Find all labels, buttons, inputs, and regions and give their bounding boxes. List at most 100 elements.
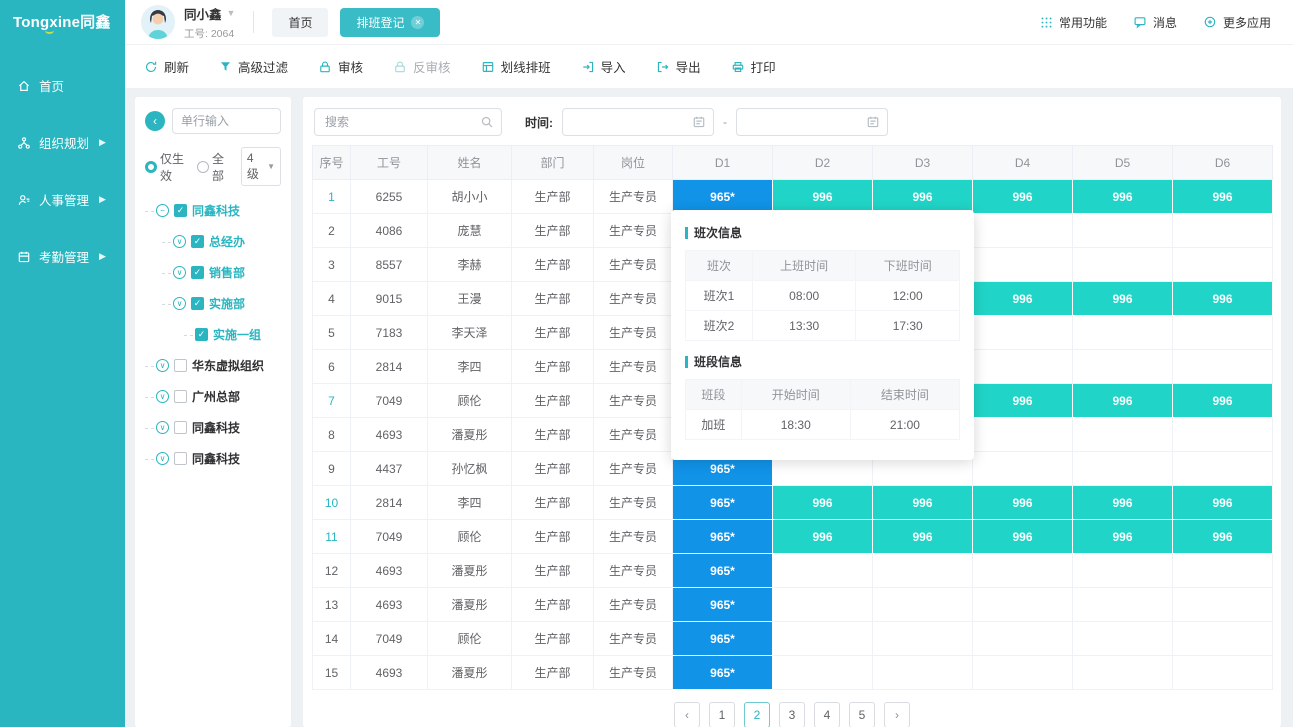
tree-checkbox[interactable]: ✓ — [191, 235, 204, 248]
day-cell-d2[interactable]: 996 — [773, 520, 873, 554]
day-cell-d5[interactable] — [1073, 316, 1173, 350]
tree-checkbox[interactable]: ✓ — [191, 297, 204, 310]
header-tab-1[interactable]: 排班登记 ✕ — [340, 8, 440, 37]
tree-checkbox[interactable]: ✓ — [195, 328, 208, 341]
tree-checkbox[interactable] — [174, 452, 187, 465]
day-cell-d4[interactable]: 996 — [973, 180, 1073, 214]
day-cell-d4[interactable] — [973, 350, 1073, 384]
day-cell-d2[interactable] — [773, 656, 873, 690]
day-cell-d5[interactable]: 996 — [1073, 384, 1173, 418]
tree-node-6[interactable]: ∨ 广州总部 — [145, 388, 281, 405]
day-cell-d6[interactable] — [1173, 214, 1273, 248]
page-button-4[interactable]: 4 — [814, 702, 840, 727]
tree-node-3[interactable]: ∨ ✓ 实施部 — [145, 295, 281, 312]
toolbar-item-2[interactable]: 审核 — [318, 57, 363, 76]
tree-node-7[interactable]: ∨ 同鑫科技 — [145, 419, 281, 436]
day-cell-d5[interactable] — [1073, 656, 1173, 690]
table-search-input[interactable] — [314, 108, 502, 136]
day-cell-d6[interactable]: 996 — [1173, 520, 1273, 554]
expand-node-icon[interactable]: ∨ — [156, 390, 169, 403]
sidebar-item-2[interactable]: 人事管理 ▶ — [0, 171, 125, 228]
page-button-2[interactable]: 2 — [744, 702, 770, 727]
day-cell-d6[interactable] — [1173, 656, 1273, 690]
day-cell-d1[interactable]: 965* — [673, 588, 773, 622]
header-tab-0[interactable]: 首页 — [272, 8, 328, 37]
expand-node-icon[interactable]: ∨ — [173, 297, 186, 310]
day-cell-d6[interactable] — [1173, 554, 1273, 588]
day-cell-d5[interactable] — [1073, 588, 1173, 622]
expand-node-icon[interactable]: ∨ — [156, 359, 169, 372]
day-cell-d1[interactable]: 965* — [673, 554, 773, 588]
day-cell-d6[interactable] — [1173, 418, 1273, 452]
tree-node-2[interactable]: ∨ ✓ 销售部 — [145, 264, 281, 281]
day-cell-d4[interactable] — [973, 316, 1073, 350]
day-cell-d4[interactable]: 996 — [973, 486, 1073, 520]
day-cell-d4[interactable] — [973, 588, 1073, 622]
day-cell-d5[interactable]: 996 — [1073, 282, 1173, 316]
day-cell-d5[interactable] — [1073, 554, 1173, 588]
close-icon[interactable]: ✕ — [411, 16, 424, 29]
day-cell-d6[interactable]: 996 — [1173, 180, 1273, 214]
calendar-icon[interactable] — [692, 115, 706, 129]
toolbar-item-4[interactable]: 划线排班 — [481, 57, 551, 76]
day-cell-d6[interactable]: 996 — [1173, 486, 1273, 520]
day-cell-d6[interactable] — [1173, 350, 1273, 384]
day-cell-d5[interactable]: 996 — [1073, 180, 1173, 214]
tree-node-0[interactable]: − ✓ 同鑫科技 — [145, 202, 281, 219]
expand-node-icon[interactable]: ∨ — [173, 266, 186, 279]
toolbar-item-5[interactable]: 导入 — [581, 57, 626, 76]
collapse-node-icon[interactable]: − — [156, 204, 169, 217]
day-cell-d4[interactable] — [973, 418, 1073, 452]
day-cell-d6[interactable] — [1173, 622, 1273, 656]
sidebar-item-0[interactable]: 首页 — [0, 57, 125, 114]
day-cell-d4[interactable] — [973, 554, 1073, 588]
day-cell-d4[interactable] — [973, 214, 1073, 248]
day-cell-d5[interactable] — [1073, 350, 1173, 384]
prev-page-button[interactable]: ‹ — [674, 702, 700, 727]
quick-action-0[interactable]: 常用功能 — [1040, 14, 1107, 31]
page-button-3[interactable]: 3 — [779, 702, 805, 727]
day-cell-d2[interactable]: 996 — [773, 180, 873, 214]
collapse-panel-button[interactable]: ‹ — [145, 111, 165, 131]
day-cell-d4[interactable]: 996 — [973, 282, 1073, 316]
day-cell-d4[interactable] — [973, 452, 1073, 486]
toolbar-item-1[interactable]: 高级过滤 — [219, 57, 288, 76]
user-info[interactable]: 同小鑫 ▼ 工号: 2064 — [184, 4, 235, 41]
day-cell-d1[interactable]: 965* — [673, 486, 773, 520]
day-cell-d6[interactable] — [1173, 316, 1273, 350]
day-cell-d6[interactable] — [1173, 248, 1273, 282]
day-cell-d5[interactable] — [1073, 622, 1173, 656]
expand-node-icon[interactable]: ∨ — [156, 421, 169, 434]
tree-node-1[interactable]: ∨ ✓ 总经办 — [145, 233, 281, 250]
day-cell-d1[interactable]: 965* — [673, 622, 773, 656]
day-cell-d1[interactable]: 965* — [673, 656, 773, 690]
toolbar-item-0[interactable]: 刷新 — [144, 57, 189, 76]
day-cell-d3[interactable] — [873, 554, 973, 588]
tree-node-4[interactable]: ✓ 实施一组 — [145, 326, 281, 343]
day-cell-d5[interactable] — [1073, 418, 1173, 452]
level-select[interactable]: 4级 ▼ — [241, 147, 281, 186]
day-cell-d2[interactable] — [773, 622, 873, 656]
day-cell-d1[interactable]: 965* — [673, 520, 773, 554]
expand-node-icon[interactable]: ∨ — [173, 235, 186, 248]
day-cell-d5[interactable] — [1073, 214, 1173, 248]
day-cell-d4[interactable]: 996 — [973, 384, 1073, 418]
sidebar-item-3[interactable]: 考勤管理 ▶ — [0, 228, 125, 285]
tree-node-5[interactable]: ∨ 华东虚拟组织 — [145, 357, 281, 374]
day-cell-d4[interactable] — [973, 248, 1073, 282]
day-cell-d2[interactable]: 996 — [773, 486, 873, 520]
page-button-1[interactable]: 1 — [709, 702, 735, 727]
tree-checkbox[interactable] — [174, 390, 187, 403]
day-cell-d2[interactable] — [773, 554, 873, 588]
day-cell-d4[interactable]: 996 — [973, 520, 1073, 554]
day-cell-d6[interactable] — [1173, 452, 1273, 486]
tree-checkbox[interactable]: ✓ — [174, 204, 187, 217]
toolbar-item-6[interactable]: 导出 — [656, 57, 701, 76]
day-cell-d6[interactable]: 996 — [1173, 384, 1273, 418]
day-cell-d4[interactable] — [973, 656, 1073, 690]
day-cell-d5[interactable]: 996 — [1073, 486, 1173, 520]
day-cell-d3[interactable] — [873, 656, 973, 690]
day-cell-d3[interactable]: 996 — [873, 180, 973, 214]
expand-node-icon[interactable]: ∨ — [156, 452, 169, 465]
day-cell-d3[interactable] — [873, 588, 973, 622]
